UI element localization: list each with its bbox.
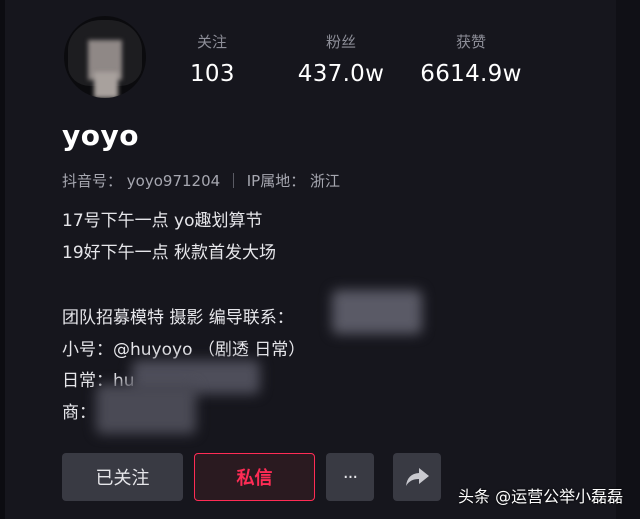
avatar[interactable]	[64, 16, 146, 98]
douyin-id-value[interactable]: yoyo971204	[127, 172, 220, 190]
more-button[interactable]: ···	[326, 453, 374, 501]
id-divider	[232, 173, 234, 188]
frame-edge-right	[616, 0, 640, 519]
redacted-contact-blur	[332, 290, 422, 334]
stat-likes[interactable]: 获赞 6614.9w	[420, 32, 522, 89]
ip-location-label: IP属地：	[246, 172, 306, 190]
douyin-id-label: 抖音号：	[62, 172, 123, 190]
stat-following-value: 103	[190, 61, 235, 87]
bio-line-4: 小号：@huyoyo （剧透 日常）	[62, 340, 306, 360]
share-button[interactable]	[393, 453, 441, 501]
share-arrow-icon	[406, 468, 429, 486]
bio-line-3: 团队招募模特 摄影 编导联系：	[62, 308, 294, 328]
stat-following[interactable]: 关注 103	[190, 32, 235, 89]
redacted-business-blur	[96, 384, 196, 434]
bio-line-2: 19好下午一点 秋款首发大场	[62, 243, 277, 263]
message-button[interactable]: 私信	[194, 453, 315, 501]
account-info-line: 抖音号： yoyo971204 IP属地： 浙江	[62, 170, 340, 192]
stat-following-label: 关注	[196, 33, 227, 51]
stat-followers-value: 437.0w	[297, 61, 385, 87]
stat-likes-label: 获赞	[455, 33, 486, 51]
more-dots-icon: ···	[342, 466, 358, 488]
stat-followers[interactable]: 粉丝 437.0w	[296, 32, 386, 89]
stat-likes-value: 6614.9w	[420, 61, 522, 87]
bio-line-6: 商：	[62, 403, 96, 423]
avatar-pixelated-chin	[94, 72, 118, 98]
bio-line-1: 17号下午一点 yo趣划算节	[62, 211, 263, 231]
frame-edge-left	[0, 0, 5, 519]
ip-location-value: 浙江	[310, 172, 341, 190]
following-button[interactable]: 已关注	[62, 453, 183, 501]
stat-followers-label: 粉丝	[325, 33, 356, 51]
watermark: 头条 @运营公举小磊磊	[458, 487, 624, 506]
username: yoyo	[62, 119, 139, 152]
